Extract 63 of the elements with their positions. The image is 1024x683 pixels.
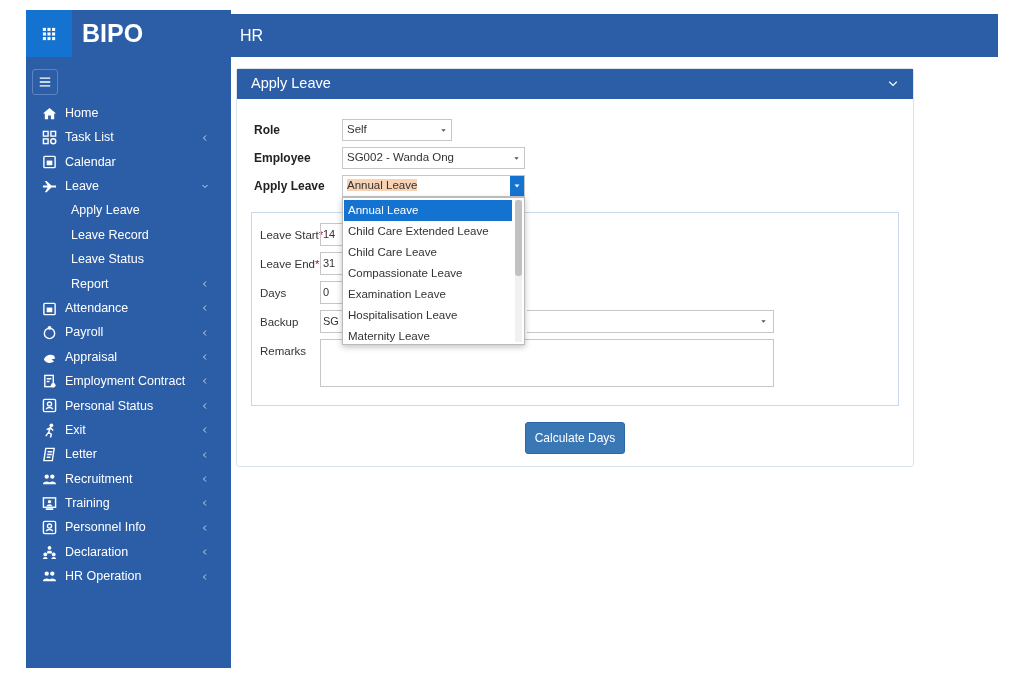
sidebar-item[interactable]: HR Operation (32, 564, 231, 589)
field-label: Apply Leave (254, 178, 326, 195)
sidebar-subitem[interactable]: Leave Status (32, 247, 231, 272)
sidebar-item[interactable]: Payroll (32, 320, 231, 345)
sidebar-item[interactable]: Calendar (32, 149, 231, 175)
sidebar-item[interactable]: Declaration (32, 540, 231, 565)
input-field[interactable]: 31 (320, 252, 344, 275)
panel-title: Apply Leave (251, 74, 331, 94)
sidebar-item[interactable]: Training (32, 491, 231, 516)
dropdown-option[interactable]: Examination Leave (344, 284, 512, 305)
dropdown-option[interactable]: Annual Leave (344, 200, 512, 221)
field-label: Leave End* (260, 257, 320, 272)
sidebar-subitem[interactable]: Report (32, 271, 231, 297)
sidebar-item[interactable]: Task List (32, 125, 231, 150)
sidebar-item[interactable]: Employment Contract (32, 369, 231, 394)
sidebar-item[interactable]: Recruitment (32, 466, 231, 492)
sidebar-item[interactable]: Letter (32, 442, 231, 467)
field-label: Backup (260, 315, 300, 330)
calculate-button[interactable]: Calculate Days (524, 422, 626, 454)
id-card-icon (42, 398, 57, 414)
id-card-icon (42, 520, 57, 536)
page-title: HR (240, 25, 264, 46)
document-icon (42, 374, 57, 389)
field-label: Days (260, 286, 288, 301)
caret-icon (513, 182, 521, 190)
menu-button[interactable] (32, 69, 58, 95)
calendar-icon (42, 154, 57, 170)
monitor-icon (42, 495, 57, 511)
caret-icon (513, 154, 520, 162)
house-icon (42, 105, 57, 121)
field-label: Employee (254, 150, 312, 167)
caret-icon (440, 126, 447, 134)
caret-icon (760, 318, 767, 325)
dropdown-field[interactable]: Self (342, 119, 452, 141)
calendar-icon (42, 300, 57, 316)
dropdown-option[interactable]: Child Care Extended Leave (344, 221, 512, 242)
sidebar-item[interactable]: Exit (32, 418, 231, 443)
sidebar-item[interactable]: Leave (32, 174, 231, 199)
grid-icon (42, 130, 57, 146)
sidebar-item[interactable]: Personal Status (32, 393, 231, 419)
dropdown-option[interactable]: Child Care Leave (344, 242, 512, 263)
dropdown-option[interactable]: Hospitalisation Leave (344, 305, 512, 326)
sidebar-subitem[interactable]: Leave Record (32, 222, 231, 248)
field-label: Remarks (260, 344, 307, 359)
menu-icon (38, 75, 52, 89)
field-label: Role (254, 122, 281, 139)
grid-icon (42, 26, 56, 41)
sidebar-item[interactable]: Attendance (32, 296, 231, 321)
sidebar-item[interactable]: Appraisal (32, 344, 231, 370)
plane-icon (42, 178, 57, 194)
sidebar-item[interactable]: Home (32, 101, 231, 126)
dropdown-option[interactable]: Compassionate Leave (344, 263, 512, 284)
input-field[interactable]: 0 (320, 281, 344, 304)
people-tree-icon (42, 544, 57, 560)
logo-text: BIPO (81, 17, 144, 49)
apps-button[interactable] (26, 10, 72, 57)
sidebar-subitem[interactable]: Apply Leave (32, 198, 231, 223)
sidebar-item[interactable]: Personnel Info (32, 515, 231, 541)
dropdown-field-end[interactable] (527, 310, 774, 333)
dropdown-field[interactable]: SG (320, 310, 344, 333)
dropdown-option[interactable]: Maternity Leave (344, 326, 512, 347)
letter-icon (42, 447, 57, 463)
dropdown-field[interactable]: SG002 - Wanda Ong (342, 147, 525, 169)
